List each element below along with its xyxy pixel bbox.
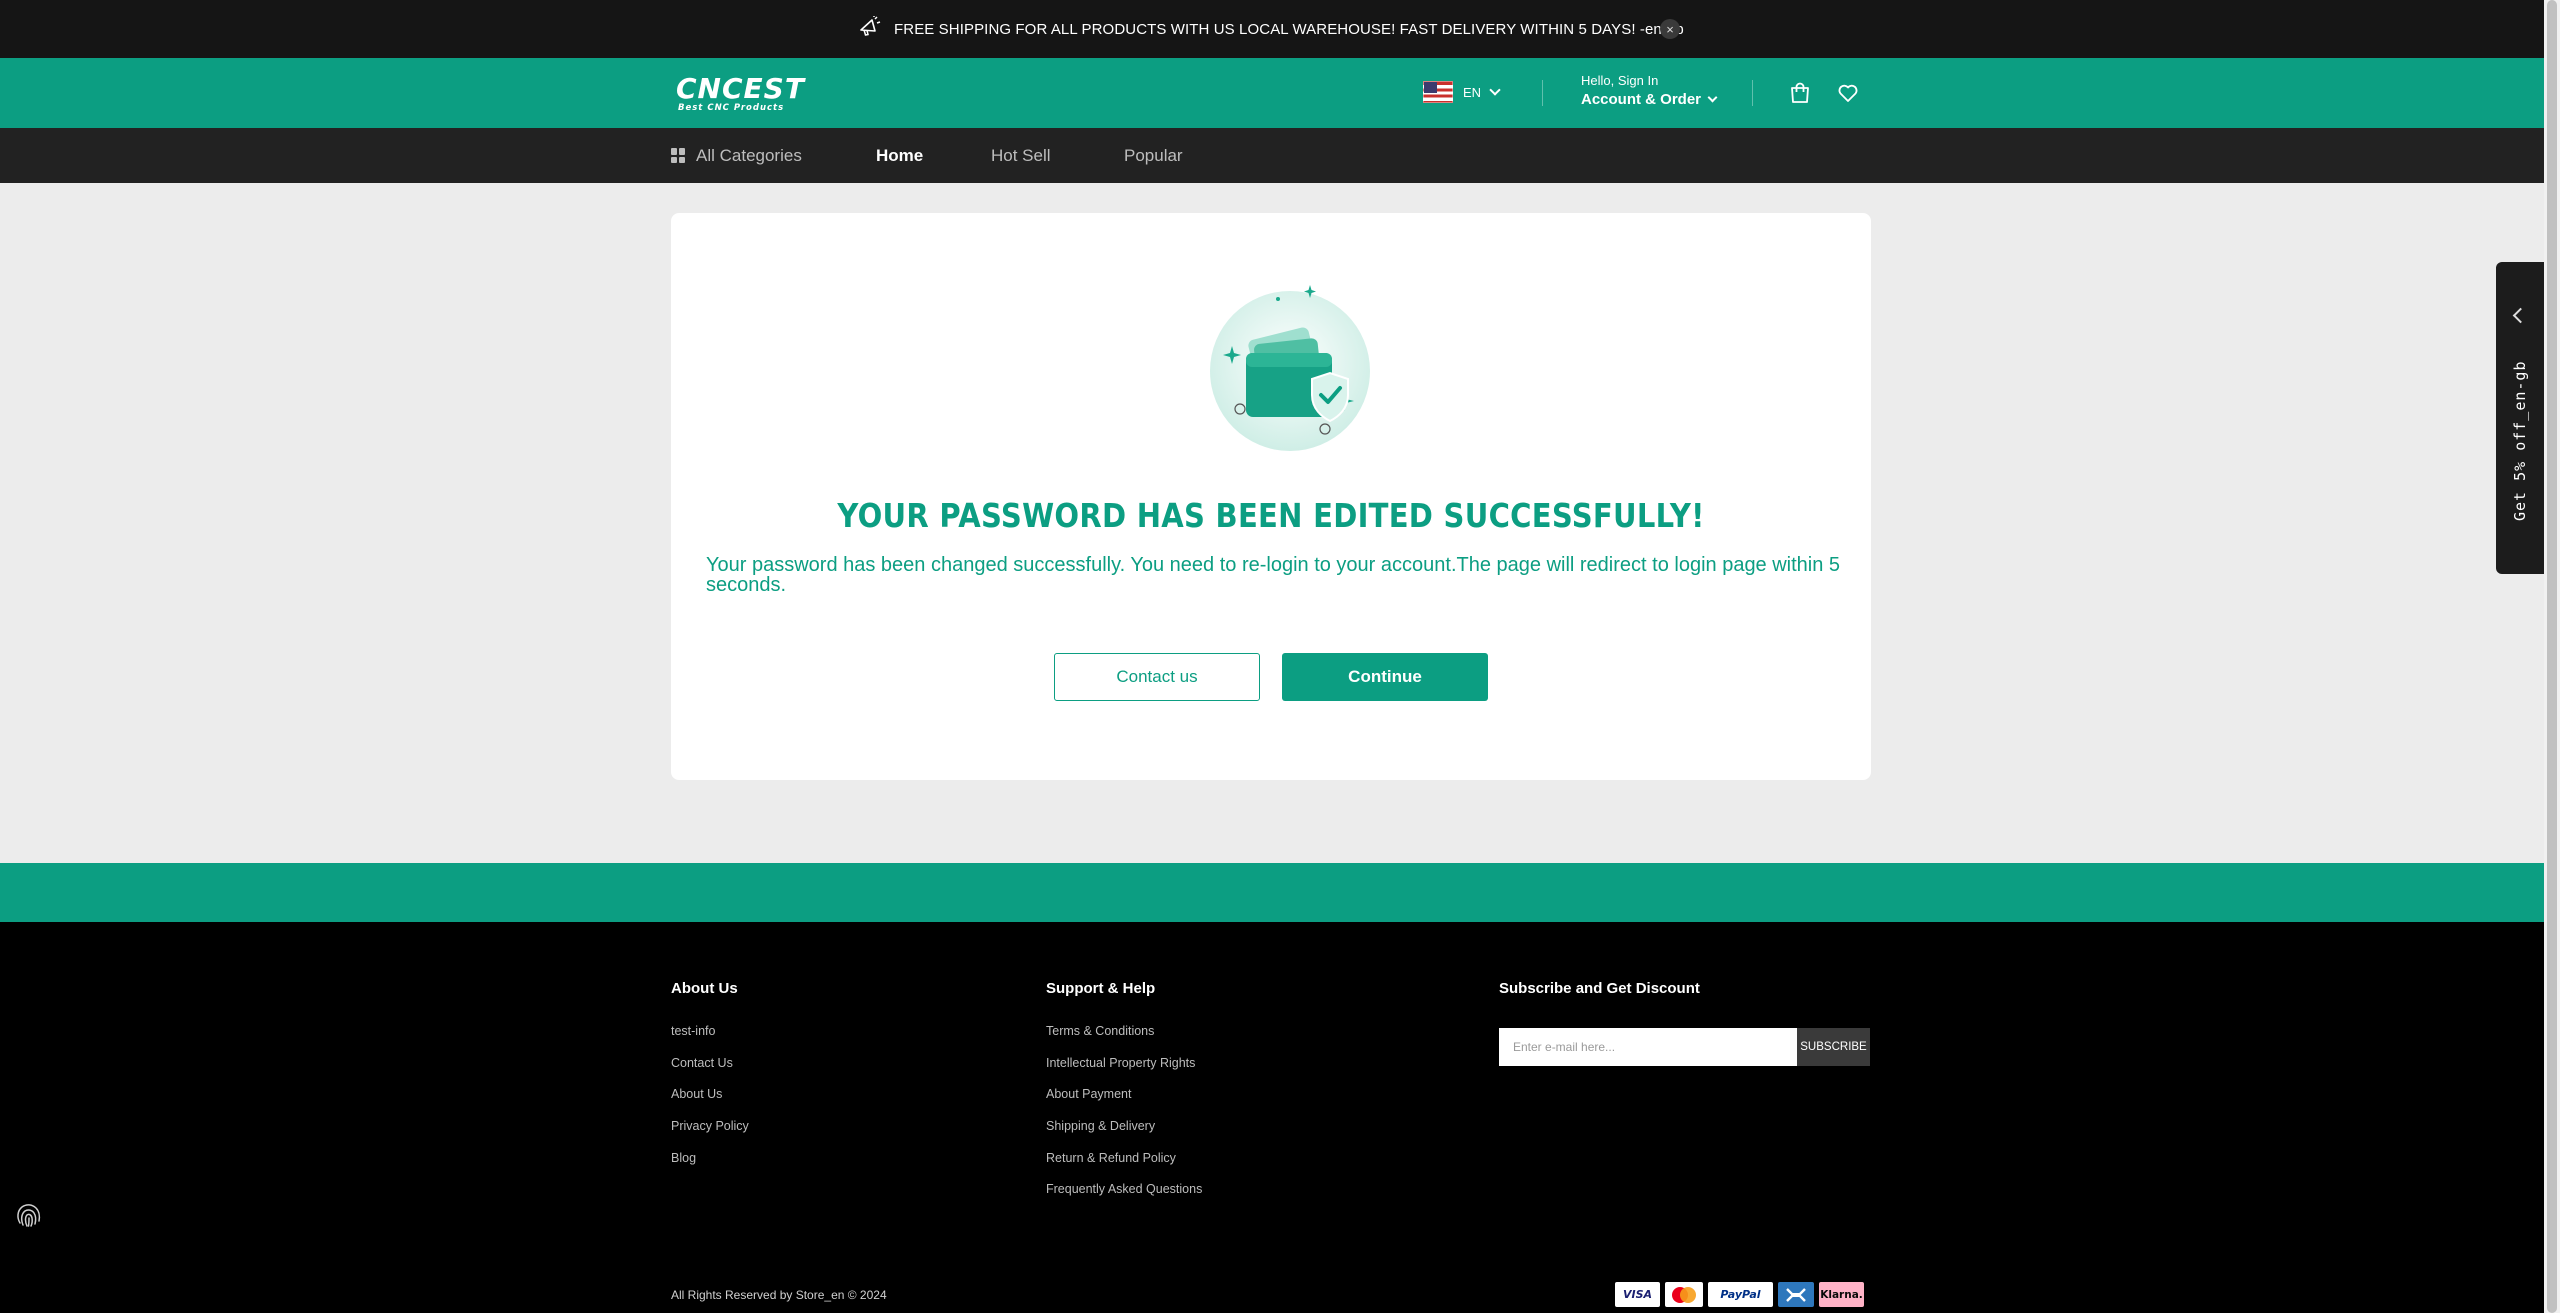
heart-icon[interactable] <box>1836 81 1860 105</box>
header-divider <box>1752 80 1753 106</box>
footer-link-about-us[interactable]: About Us <box>671 1087 749 1119</box>
nav-item-hot-sell[interactable]: Hot Sell <box>991 128 1051 183</box>
footer-link-ip-rights[interactable]: Intellectual Property Rights <box>1046 1056 1202 1088</box>
megaphone-icon <box>858 16 882 42</box>
us-flag-icon <box>1423 81 1453 103</box>
subscribe-button[interactable]: SUBSCRIBE <box>1797 1028 1870 1066</box>
klarna-icon: Klarna. <box>1819 1282 1864 1307</box>
mastercard-icon <box>1665 1282 1703 1307</box>
chevron-down-icon <box>1707 92 1718 103</box>
contact-us-button[interactable]: Contact us <box>1054 653 1260 701</box>
greeting-text: Hello, Sign In <box>1581 73 1659 88</box>
footer-link-terms[interactable]: Terms & Conditions <box>1046 1024 1202 1056</box>
footer-link-faq[interactable]: Frequently Asked Questions <box>1046 1182 1202 1214</box>
footer-link-returns[interactable]: Return & Refund Policy <box>1046 1151 1202 1183</box>
scrollbar[interactable] <box>2544 0 2560 1313</box>
american-express-icon <box>1778 1282 1814 1307</box>
footer-heading-about: About Us <box>671 980 738 997</box>
copyright-text: All Rights Reserved by Store_en © 2024 <box>671 1288 887 1302</box>
grid-icon <box>671 148 686 163</box>
payment-methods: VISA PayPal Klarna. <box>1615 1282 1864 1307</box>
announcement-content: FREE SHIPPING FOR ALL PRODUCTS WITH US L… <box>858 0 1684 58</box>
footer-link-privacy-policy[interactable]: Privacy Policy <box>671 1119 749 1151</box>
subscribe-form: SUBSCRIBE <box>1499 1028 1870 1066</box>
chevron-down-icon <box>1489 84 1501 96</box>
nav-item-home[interactable]: Home <box>876 128 923 183</box>
close-announcement-button[interactable]: × <box>1660 19 1680 39</box>
footer-link-blog[interactable]: Blog <box>671 1151 749 1183</box>
all-categories-label: All Categories <box>696 145 802 165</box>
chevron-left-icon <box>2512 307 2529 324</box>
continue-button[interactable]: Continue <box>1282 653 1488 701</box>
footer-subscribe-column: Subscribe and Get Discount <box>1499 980 1700 1024</box>
success-message: Your password has been changed successfu… <box>706 554 1841 596</box>
wallet-shield-check-icon <box>1190 281 1390 461</box>
account-order-label: Account & Order <box>1581 91 1702 108</box>
nav-item-popular[interactable]: Popular <box>1124 128 1183 183</box>
fingerprint-icon[interactable] <box>12 1199 44 1231</box>
success-card: YOUR PASSWORD HAS BEEN EDITED SUCCESSFUL… <box>671 213 1871 780</box>
announcement-bar: FREE SHIPPING FOR ALL PRODUCTS WITH US L… <box>0 0 2544 58</box>
close-icon: × <box>1666 21 1674 37</box>
discount-tab-text: Get 5% off_en-gb <box>2511 360 2529 522</box>
footer-link-shipping[interactable]: Shipping & Delivery <box>1046 1119 1202 1151</box>
header-divider <box>1542 80 1543 106</box>
site-footer: About Us test-info Contact Us About Us P… <box>0 922 2544 1313</box>
visa-icon: VISA <box>1615 1282 1660 1307</box>
language-label: EN <box>1463 84 1482 100</box>
footer-support-column: Support & Help Terms & Conditions Intell… <box>1046 980 1202 1214</box>
footer-link-about-payment[interactable]: About Payment <box>1046 1087 1202 1119</box>
footer-band <box>0 863 2544 922</box>
scrollbar-thumb[interactable] <box>2547 0 2557 1313</box>
site-header: CNCEST Best CNC Products EN Hello, Sign … <box>0 58 2544 128</box>
main-nav: All Categories Home Hot Sell Popular <box>0 128 2544 183</box>
footer-link-test-info[interactable]: test-info <box>671 1024 749 1056</box>
discount-side-tab[interactable]: Get 5% off_en-gb <box>2496 262 2544 574</box>
footer-heading-subscribe: Subscribe and Get Discount <box>1499 980 1700 997</box>
logo-text: CNCEST <box>676 72 805 105</box>
account-menu[interactable]: Hello, Sign In Account & Order <box>1581 73 1718 108</box>
email-field[interactable] <box>1499 1028 1797 1066</box>
footer-link-contact-us[interactable]: Contact Us <box>671 1056 749 1088</box>
paypal-icon: PayPal <box>1708 1282 1773 1307</box>
bag-icon[interactable] <box>1788 81 1812 105</box>
footer-heading-support: Support & Help <box>1046 980 1156 997</box>
announcement-text: FREE SHIPPING FOR ALL PRODUCTS WITH US L… <box>894 20 1684 38</box>
footer-about-column: About Us test-info Contact Us About Us P… <box>671 980 749 1182</box>
page-title: YOUR PASSWORD HAS BEEN EDITED SUCCESSFUL… <box>837 496 1705 535</box>
language-selector[interactable]: EN <box>1423 81 1501 103</box>
all-categories-menu[interactable]: All Categories <box>671 128 802 183</box>
logo[interactable]: CNCEST Best CNC Products <box>676 72 805 114</box>
